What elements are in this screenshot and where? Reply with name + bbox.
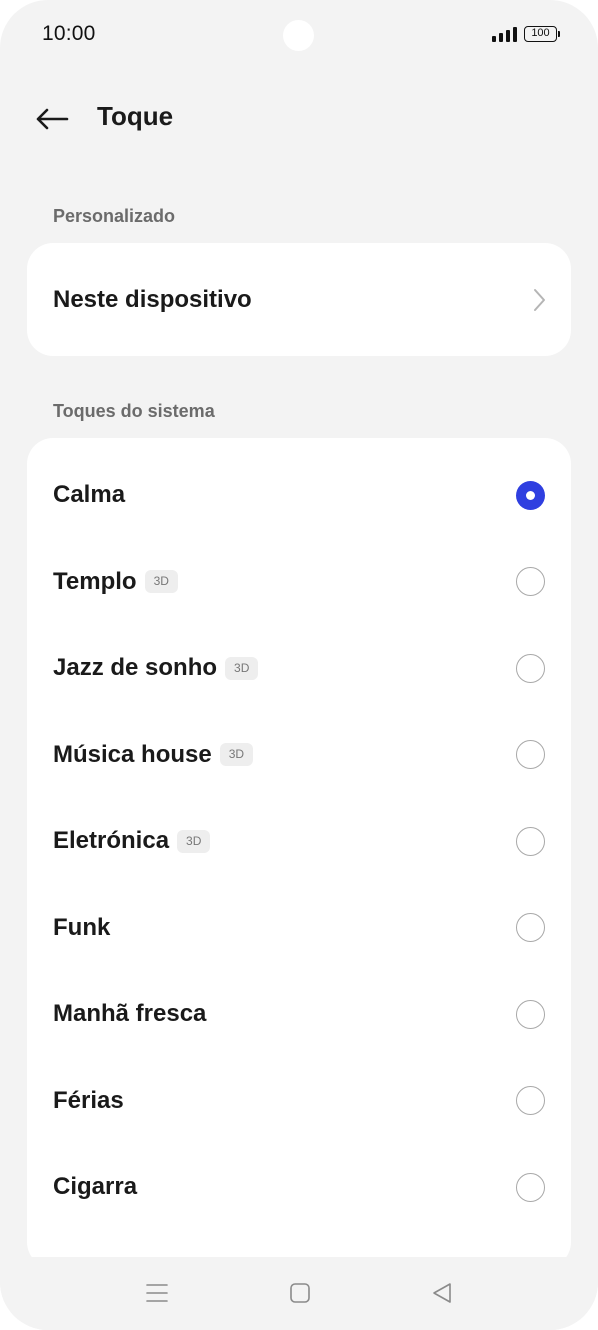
navigation-bar: [0, 1257, 598, 1330]
system-ringtones-card: Calma Templo 3D Jazz de sonho 3D Música house…: [27, 438, 571, 1268]
radio-unselected-icon[interactable]: [516, 567, 545, 596]
back-triangle-icon: [433, 1283, 451, 1303]
ringtone-label-wrapper: Templo 3D: [53, 568, 178, 596]
ringtone-label: Templo: [53, 567, 137, 595]
arrow-left-icon: [36, 108, 69, 130]
ringtone-item[interactable]: Funk: [27, 885, 571, 971]
radio-selected-icon[interactable]: [516, 480, 545, 510]
ringtone-label-wrapper: Eletrónica 3D: [53, 827, 211, 855]
radio-unselected-icon[interactable]: [516, 740, 545, 769]
badge-3d: 3D: [144, 570, 178, 593]
signal-icon: [492, 27, 518, 42]
badge-3d: 3D: [219, 743, 254, 766]
section-header-system: Toques do sistema: [53, 401, 215, 421]
nav-back-button[interactable]: [418, 1269, 466, 1317]
home-button[interactable]: [276, 1269, 324, 1317]
page-title: Toque: [97, 101, 174, 131]
radio-unselected-icon[interactable]: [516, 1172, 545, 1202]
on-device-item[interactable]: Neste dispositivo: [27, 257, 571, 343]
badge-3d: 3D: [177, 829, 211, 853]
ringtone-item[interactable]: Música house 3D: [27, 712, 571, 798]
ringtone-label: Jazz de sonho: [53, 654, 218, 681]
menu-icon: [146, 1284, 168, 1302]
ringtone-item[interactable]: Jazz de sonho 3D: [27, 625, 571, 711]
badge-3d: 3D: [225, 656, 259, 680]
radio-unselected-icon[interactable]: [516, 913, 545, 942]
ringtone-label: Eletrónica: [53, 827, 170, 854]
battery-tip: [558, 31, 560, 37]
ringtone-label: Férias: [53, 1086, 124, 1114]
radio-unselected-icon[interactable]: [516, 999, 545, 1029]
ringtone-label-wrapper: Calma: [53, 481, 125, 509]
ringtone-label-wrapper: Jazz de sonho 3D: [53, 654, 259, 682]
custom-card: Neste dispositivo: [27, 243, 571, 356]
ringtone-item[interactable]: Calma: [27, 452, 571, 538]
ringtone-label-wrapper: Música house 3D: [53, 740, 254, 769]
ringtone-label-wrapper: Manhã fresca: [53, 1000, 206, 1028]
ringtone-label: Calma: [53, 481, 126, 508]
chevron-right-icon: [534, 289, 545, 311]
radio-unselected-icon[interactable]: [516, 1086, 545, 1115]
radio-unselected-icon[interactable]: [516, 653, 545, 683]
ringtone-item[interactable]: Cigarra: [27, 1144, 571, 1230]
ringtone-label: Manhã fresca: [53, 1000, 207, 1027]
ringtone-item[interactable]: Manhã fresca: [27, 971, 571, 1057]
phone-screen: 10:00 100 Toque Personalizado Neste disp…: [0, 0, 598, 1330]
ringtone-label: Cigarra: [53, 1173, 138, 1200]
ringtone-label-wrapper: Cigarra: [53, 1173, 137, 1201]
ringtone-item[interactable]: Férias: [27, 1058, 571, 1144]
ringtone-label: Funk: [53, 913, 111, 941]
menu-button[interactable]: [133, 1269, 181, 1317]
section-header-custom: Personalizado: [53, 206, 176, 226]
radio-unselected-icon[interactable]: [516, 826, 545, 856]
ringtone-label-wrapper: Férias: [53, 1087, 124, 1115]
ringtone-label: Música house: [53, 740, 212, 768]
ringtone-item[interactable]: Templo 3D: [27, 539, 571, 625]
back-button[interactable]: [30, 97, 74, 141]
battery-icon: 100: [524, 26, 557, 42]
ringtone-item[interactable]: Eletrónica 3D: [27, 798, 571, 884]
status-time: 10:00: [42, 22, 96, 45]
home-square-icon: [290, 1283, 310, 1303]
camera-cutout: [283, 20, 314, 51]
on-device-label: Neste dispositivo: [53, 286, 252, 313]
ringtone-label-wrapper: Funk: [53, 914, 110, 942]
